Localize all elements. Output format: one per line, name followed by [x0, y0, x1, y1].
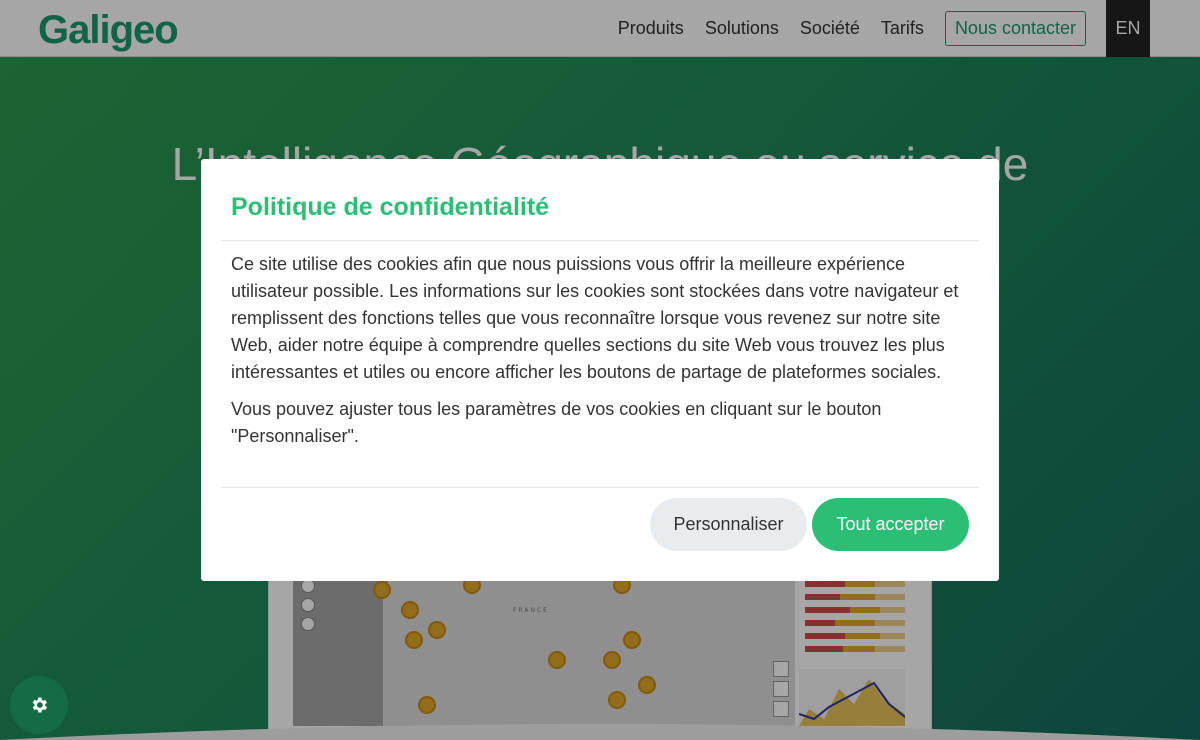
gear-icon — [32, 697, 47, 713]
cookie-consent-modal: Politique de confidentialité Ce site uti… — [201, 159, 999, 581]
cookie-instructions: Vous pouvez ajuster tous les paramètres … — [231, 399, 882, 446]
modal-divider — [221, 487, 979, 488]
cookie-description: Ce site utilise des cookies afin que nou… — [231, 254, 959, 382]
customize-button[interactable]: Personnaliser — [650, 498, 807, 551]
modal-divider — [221, 240, 979, 241]
cookie-settings-button[interactable] — [10, 676, 68, 734]
modal-title: Politique de confidentialité — [231, 193, 550, 221]
accept-all-button[interactable]: Tout accepter — [812, 498, 969, 551]
modal-body: Ce site utilise des cookies afin que nou… — [231, 251, 961, 460]
